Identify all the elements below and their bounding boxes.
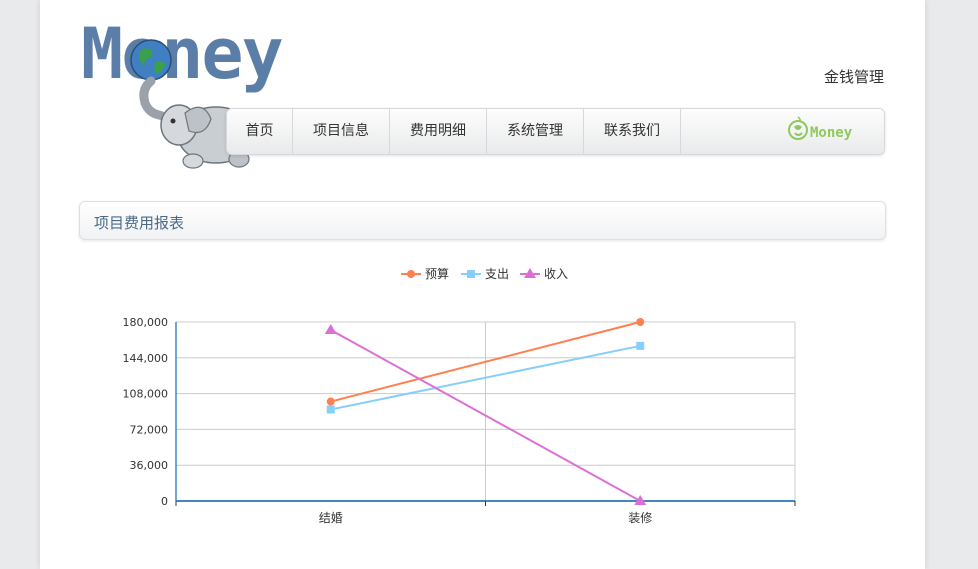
panel-title: 项目费用报表 — [94, 214, 185, 232]
nav-item-system-management[interactable]: 系统管理 — [487, 109, 584, 154]
legend-label: 收入 — [544, 267, 568, 281]
data-point — [326, 397, 335, 406]
page-container: Money 金钱管理 首页 项目信息 费用明细 系统管理 联系我们 Money … — [40, 0, 925, 569]
x-tick-label: 结婚 — [319, 511, 343, 525]
recycle-leaf-icon — [788, 116, 808, 140]
chart-y-axis: 0 36,000 72,000 108,000 144,000 180,000 — [123, 316, 177, 508]
data-point — [326, 405, 335, 414]
chart-legend: 预算 支出 收入 — [401, 266, 568, 281]
nav-item-expense-details[interactable]: 费用明细 — [390, 109, 487, 154]
y-tick-label: 108,000 — [123, 388, 169, 401]
data-point — [636, 341, 645, 350]
legend-label: 预算 — [425, 266, 449, 281]
site-title: 金钱管理 — [823, 68, 884, 86]
chart-x-axis: 结婚 装修 — [175, 500, 796, 525]
nav-item-contact-us[interactable]: 联系我们 — [584, 109, 681, 154]
main-nav: 首页 项目信息 费用明细 系统管理 联系我们 Money — [226, 108, 885, 155]
nav-item-home[interactable]: 首页 — [227, 109, 293, 154]
nav-brand-text: Money — [810, 125, 853, 141]
x-tick-label: 装修 — [628, 510, 652, 525]
y-tick-label: 0 — [161, 495, 168, 508]
chart-grid — [176, 321, 796, 501]
legend-marker — [407, 270, 415, 278]
y-tick-label: 180,000 — [123, 316, 169, 329]
data-point — [636, 318, 645, 326]
y-tick-label: 144,000 — [123, 352, 169, 365]
expense-line-chart: 预算 支出 收入 0 36,000 72,000 108,000 144,000 180,00… — [123, 266, 796, 525]
nav-brand-logo[interactable]: Money — [787, 115, 867, 149]
report-panel-header: 项目费用报表 — [79, 201, 886, 240]
legend-marker — [467, 270, 475, 278]
nav-item-project-info[interactable]: 项目信息 — [293, 109, 390, 154]
data-point — [324, 323, 337, 334]
legend-label: 支出 — [485, 267, 509, 281]
y-tick-label: 36,000 — [130, 459, 169, 472]
y-tick-label: 72,000 — [130, 423, 169, 436]
